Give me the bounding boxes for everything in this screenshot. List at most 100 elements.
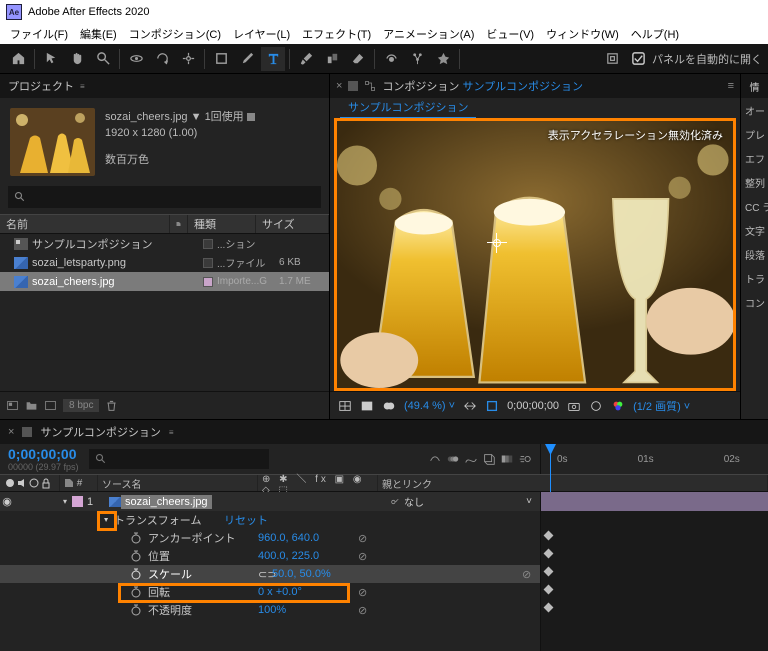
- val-opacity[interactable]: 100%: [258, 604, 358, 616]
- type-tool-icon[interactable]: [261, 47, 285, 71]
- menu-file[interactable]: ファイル(F): [4, 24, 74, 44]
- menu-edit[interactable]: 編集(E): [74, 24, 123, 44]
- menu-comp[interactable]: コンポジション(C): [123, 24, 227, 44]
- val-anchor[interactable]: 960.0, 640.0: [258, 532, 358, 544]
- show-channel-icon[interactable]: [589, 399, 603, 413]
- link-icon[interactable]: ⊘: [358, 532, 376, 545]
- prop-scale[interactable]: スケール: [148, 566, 258, 582]
- link-icon[interactable]: ⊘: [358, 586, 376, 599]
- panel-menu-icon[interactable]: ≡: [80, 82, 85, 91]
- side-cc-tab[interactable]: CC ラ: [741, 194, 768, 218]
- val-position[interactable]: 400.0, 225.0: [258, 550, 358, 562]
- col-name[interactable]: 名前: [0, 215, 170, 233]
- val-scale[interactable]: 50.0, 50.0%: [272, 568, 331, 580]
- project-item-jpg[interactable]: sozai_cheers.jpg Importe...G 1.7 ME: [0, 272, 329, 291]
- selection-tool-icon[interactable]: [39, 47, 63, 71]
- prop-anchor[interactable]: アンカーポイント: [148, 530, 258, 546]
- orbit-tool-icon[interactable]: [124, 47, 148, 71]
- side-para-tab[interactable]: 段落: [741, 242, 768, 266]
- project-item-comp[interactable]: サンプルコンポジション ...ション: [0, 234, 329, 253]
- delete-icon[interactable]: [105, 399, 118, 412]
- prop-position[interactable]: 位置: [148, 548, 258, 564]
- zoom-tool-icon[interactable]: [91, 47, 115, 71]
- parent-dropdown[interactable]: なし˅: [386, 494, 536, 510]
- menu-help[interactable]: ヘルプ(H): [625, 24, 685, 44]
- flowchart-icon[interactable]: [364, 80, 376, 92]
- menu-view[interactable]: ビュー(V): [480, 24, 540, 44]
- clone-tool-icon[interactable]: [320, 47, 344, 71]
- side-effects-tab[interactable]: エフ: [741, 146, 768, 170]
- hand-tool-icon[interactable]: [65, 47, 89, 71]
- brush-tool-icon[interactable]: [294, 47, 318, 71]
- timeline-search-input[interactable]: [89, 449, 269, 469]
- timeline-track-area[interactable]: [540, 492, 768, 651]
- toggle-alpha-icon[interactable]: [360, 399, 374, 413]
- constrain-icon[interactable]: ⊂⊃: [258, 568, 272, 581]
- rect-tool-icon[interactable]: [209, 47, 233, 71]
- side-char-tab[interactable]: 文字: [741, 218, 768, 242]
- mask-icon[interactable]: [382, 399, 396, 413]
- col-size[interactable]: サイズ: [256, 215, 329, 233]
- menu-anim[interactable]: アニメーション(A): [377, 24, 480, 44]
- layer-label-swatch[interactable]: [72, 496, 83, 507]
- side-preview-tab[interactable]: プレ: [741, 122, 768, 146]
- snap-icon[interactable]: [600, 47, 624, 71]
- side-audio-tab[interactable]: オー: [741, 98, 768, 122]
- reset-link[interactable]: リセット: [224, 512, 268, 528]
- rotate-tool-icon[interactable]: [150, 47, 174, 71]
- graph-icon[interactable]: [464, 452, 478, 466]
- side-tracker-tab[interactable]: トラ: [741, 266, 768, 290]
- zoom-dropdown[interactable]: (49.4 %) ˅: [404, 400, 455, 412]
- link-icon[interactable]: ⊘: [522, 568, 540, 581]
- stopwatch-icon[interactable]: [130, 604, 142, 616]
- auto-open-checkbox[interactable]: [626, 47, 650, 71]
- stopwatch-icon[interactable]: [130, 550, 142, 562]
- color-mgmt-icon[interactable]: [611, 399, 625, 413]
- timeline-tab[interactable]: サンプルコンポジション: [40, 424, 160, 440]
- current-time[interactable]: 0;00;00;00 00000 (29.97 fps): [8, 446, 79, 472]
- composition-view[interactable]: 表示アクセラレーション無効化済み: [334, 118, 736, 391]
- new-folder-icon[interactable]: [25, 399, 38, 412]
- roto-tool-icon[interactable]: [379, 47, 403, 71]
- eraser-tool-icon[interactable]: [346, 47, 370, 71]
- close-timeline-icon[interactable]: ×: [8, 426, 14, 438]
- resolution-icon[interactable]: [463, 399, 477, 413]
- draft3d-icon[interactable]: [482, 452, 496, 466]
- roi-icon[interactable]: [485, 399, 499, 413]
- layer-row-1[interactable]: ◉ ▾ 1 sozai_cheers.jpg なし˅: [0, 492, 540, 511]
- layer-bar[interactable]: [541, 492, 768, 511]
- puppet-tool-icon[interactable]: [405, 47, 429, 71]
- new-comp-icon[interactable]: [44, 399, 57, 412]
- layer-name[interactable]: sozai_cheers.jpg: [121, 495, 212, 509]
- stopwatch-icon[interactable]: [130, 568, 142, 580]
- bpc-toggle[interactable]: 8 bpc: [63, 399, 99, 412]
- col-source[interactable]: ソース名: [98, 475, 258, 491]
- quality-dropdown[interactable]: (1/2 画質) ˅: [633, 398, 690, 414]
- pin-tool-icon[interactable]: [431, 47, 455, 71]
- viewer-tab[interactable]: サンプルコンポジション: [340, 97, 476, 119]
- menu-effect[interactable]: エフェクト(T): [296, 24, 377, 44]
- snapshot-icon[interactable]: [567, 399, 581, 413]
- side-content-tab[interactable]: コン: [741, 290, 768, 314]
- side-align-tab[interactable]: 整列: [741, 170, 768, 194]
- project-item-png[interactable]: sozai_letsparty.png ...ファイル 6 KB: [0, 253, 329, 272]
- home-icon[interactable]: [6, 47, 30, 71]
- col-type[interactable]: 種類: [188, 215, 256, 233]
- motion-blur-icon[interactable]: [518, 452, 532, 466]
- menu-window[interactable]: ウィンドウ(W): [540, 24, 625, 44]
- transform-group[interactable]: トランスフォーム: [114, 512, 224, 528]
- viewer-time[interactable]: 0;00;00;00: [507, 400, 559, 412]
- link-icon[interactable]: ⊘: [358, 550, 376, 563]
- panel-menu-icon[interactable]: ≡: [169, 428, 174, 437]
- stopwatch-icon[interactable]: [130, 532, 142, 544]
- menu-layer[interactable]: レイヤー(L): [227, 24, 296, 44]
- interpret-icon[interactable]: [6, 399, 19, 412]
- blur-icon[interactable]: [446, 452, 460, 466]
- col-label[interactable]: [170, 215, 188, 233]
- project-search-input[interactable]: [8, 186, 321, 208]
- grid-icon[interactable]: [338, 399, 352, 413]
- pen-tool-icon[interactable]: [235, 47, 259, 71]
- pan-behind-icon[interactable]: [176, 47, 200, 71]
- panel-menu-icon[interactable]: ≡: [728, 80, 734, 92]
- link-icon[interactable]: ⊘: [358, 604, 376, 617]
